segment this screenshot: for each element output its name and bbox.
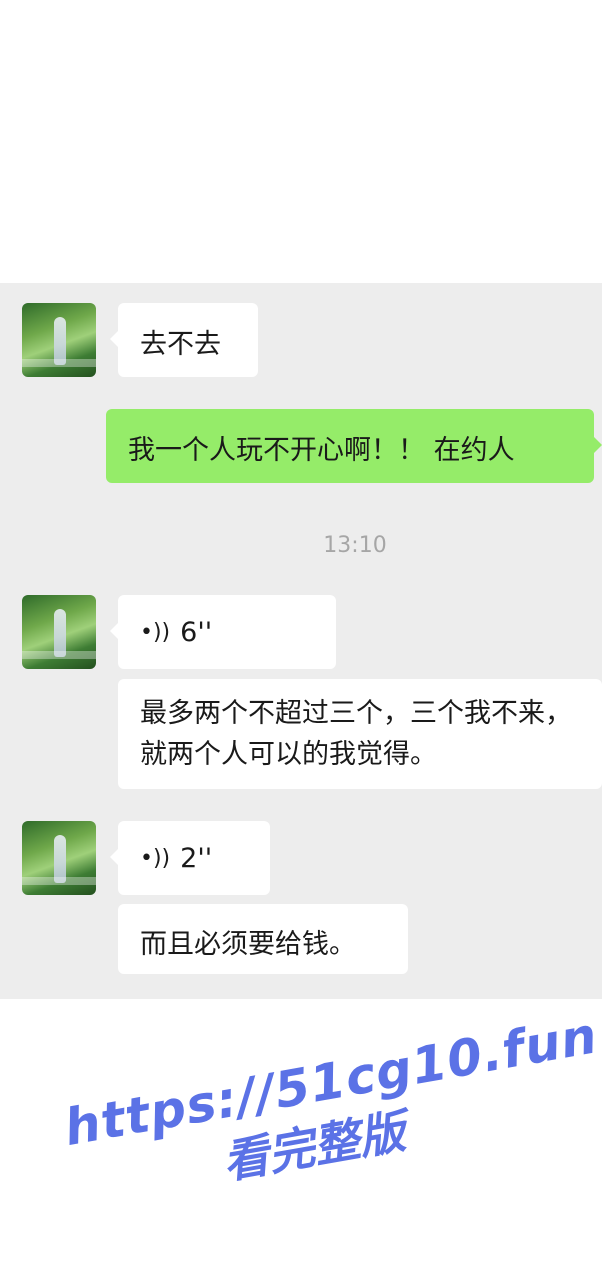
avatar-stripe xyxy=(22,359,96,367)
avatar-figure xyxy=(54,609,66,657)
avatar-stripe xyxy=(22,651,96,659)
contact-avatar[interactable] xyxy=(22,303,96,377)
contact-avatar[interactable] xyxy=(22,821,96,895)
voice-wave-icon: •)) xyxy=(140,619,171,645)
message-text: 最多两个不超过三个，三个我不来，就两个人可以的我觉得。 xyxy=(140,698,572,770)
voice-duration: 2'' xyxy=(180,842,213,874)
avatar-figure xyxy=(54,317,66,365)
message-timestamp: 13:10 xyxy=(323,533,387,558)
avatar-stripe xyxy=(22,877,96,885)
sent-message-bubble[interactable]: 我一个人玩不开心啊！！ 在约人 xyxy=(106,409,602,483)
received-message-bubble[interactable]: 去不去 xyxy=(110,303,258,377)
message-text: 而且必须要给钱。 xyxy=(140,929,356,960)
received-message-bubble[interactable]: 最多两个不超过三个，三个我不来，就两个人可以的我觉得。 xyxy=(118,679,602,789)
message-text: 我一个人玩不开心啊！！ 在约人 xyxy=(128,435,515,466)
watermark: https://51cg10.fun 看完整版 xyxy=(60,1006,602,1268)
contact-avatar[interactable] xyxy=(22,595,96,669)
avatar-figure xyxy=(54,835,66,883)
voice-message-bubble[interactable]: •)) 6'' xyxy=(110,595,336,669)
received-message-bubble[interactable]: 而且必须要给钱。 xyxy=(118,904,408,974)
message-text: 去不去 xyxy=(140,329,221,360)
voice-message-bubble[interactable]: •)) 2'' xyxy=(110,821,270,895)
voice-wave-icon: •)) xyxy=(140,845,171,871)
voice-duration: 6'' xyxy=(180,616,213,648)
